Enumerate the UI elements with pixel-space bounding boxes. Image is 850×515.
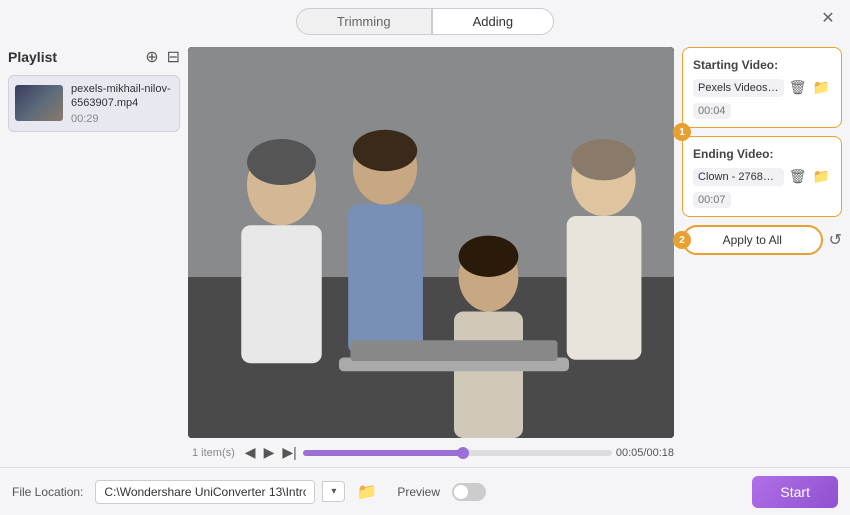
starting-video-card: Starting Video: Pexels Videos 3785.mp4 🗑… xyxy=(682,47,842,128)
starting-video-filename: Pexels Videos 3785.mp4 xyxy=(693,79,784,97)
playlist-actions: ⊕ ⊟ xyxy=(145,47,180,67)
tab-bar: Trimming Adding xyxy=(296,8,554,35)
tab-adding[interactable]: Adding xyxy=(432,8,554,35)
progress-thumb xyxy=(457,447,469,459)
title-bar: Trimming Adding ✕ xyxy=(0,0,850,47)
starting-video-label: Starting Video: xyxy=(693,58,831,72)
apply-to-all-button[interactable]: Apply to All xyxy=(682,225,823,255)
cards-section: 1 Starting Video: Pexels Videos 3785.mp4… xyxy=(682,47,842,217)
apply-row: 2 Apply to All ↺ xyxy=(682,225,842,255)
bottom-bar: File Location: ▾ 📁 Preview Start xyxy=(0,467,850,515)
ending-video-row: Clown - 27683.mp4 🗑 📁 xyxy=(693,167,831,186)
progress-bar[interactable] xyxy=(303,450,612,456)
right-panel-wrapper: 1 Starting Video: Pexels Videos 3785.mp4… xyxy=(682,47,842,255)
ending-video-time-row: 00:07 xyxy=(693,190,831,208)
file-location-label: File Location: xyxy=(12,485,83,499)
start-button[interactable]: Start xyxy=(752,476,838,508)
progress-filled xyxy=(303,450,464,456)
video-controls: 1 item(s) ◀ ▶ ▶| 00:05/00:18 xyxy=(188,438,674,467)
step-2-badge: 2 xyxy=(673,231,691,249)
playlist-panel: Playlist ⊕ ⊟ pexels-mikhail-nilov-656390… xyxy=(8,47,180,467)
play-button[interactable]: ▶ xyxy=(262,442,277,463)
video-background xyxy=(188,47,674,438)
playlist-item-info: pexels-mikhail-nilov-6563907.mp4 00:29 xyxy=(71,82,173,125)
starting-video-delete[interactable]: 🗑 xyxy=(788,78,808,97)
video-scene xyxy=(188,47,674,438)
starting-video-time-row: 00:04 xyxy=(693,101,831,119)
next-button[interactable]: ▶| xyxy=(280,442,298,463)
main-content: Playlist ⊕ ⊟ pexels-mikhail-nilov-656390… xyxy=(0,47,850,467)
playlist-thumbnail xyxy=(15,85,63,121)
items-count: 1 item(s) xyxy=(188,445,239,461)
file-path-input[interactable] xyxy=(95,480,315,504)
ending-video-card: Ending Video: Clown - 27683.mp4 🗑 📁 00:0… xyxy=(682,136,842,217)
right-panel: 1 Starting Video: Pexels Videos 3785.mp4… xyxy=(682,47,842,467)
ending-video-time: 00:07 xyxy=(693,192,731,208)
playlist-header: Playlist ⊕ ⊟ xyxy=(8,47,180,67)
remove-item-button[interactable]: ⊟ xyxy=(167,47,180,67)
ending-video-filename: Clown - 27683.mp4 xyxy=(693,168,784,186)
toggle-thumb xyxy=(454,485,468,499)
preview-label: Preview xyxy=(397,485,440,499)
ending-video-folder[interactable]: 📁 xyxy=(812,167,831,186)
playlist-item-filename: pexels-mikhail-nilov-6563907.mp4 xyxy=(71,82,173,111)
reset-button[interactable]: ↺ xyxy=(829,230,842,250)
playlist-title: Playlist xyxy=(8,49,57,65)
starting-video-time: 00:04 xyxy=(693,103,731,119)
prev-button[interactable]: ◀ xyxy=(243,442,258,463)
preview-toggle[interactable] xyxy=(452,483,486,501)
starting-video-row: Pexels Videos 3785.mp4 🗑 📁 xyxy=(693,78,831,97)
path-dropdown-button[interactable]: ▾ xyxy=(322,481,345,502)
add-item-button[interactable]: ⊕ xyxy=(145,47,158,67)
ending-video-label: Ending Video: xyxy=(693,147,831,161)
playlist-item-duration: 00:29 xyxy=(71,113,173,125)
playlist-item[interactable]: pexels-mikhail-nilov-6563907.mp4 00:29 xyxy=(8,75,180,132)
step-1-badge: 1 xyxy=(673,123,691,141)
starting-video-folder[interactable]: 📁 xyxy=(812,78,831,97)
browse-folder-button[interactable]: 📁 xyxy=(357,482,377,502)
close-button[interactable]: ✕ xyxy=(818,8,838,28)
video-scene-svg xyxy=(188,47,674,438)
video-player[interactable] xyxy=(188,47,674,438)
time-display: 00:05/00:18 xyxy=(616,447,674,459)
ending-video-delete[interactable]: 🗑 xyxy=(788,167,808,186)
tab-trimming[interactable]: Trimming xyxy=(296,8,432,35)
video-area: 1 item(s) ◀ ▶ ▶| 00:05/00:18 xyxy=(188,47,674,467)
